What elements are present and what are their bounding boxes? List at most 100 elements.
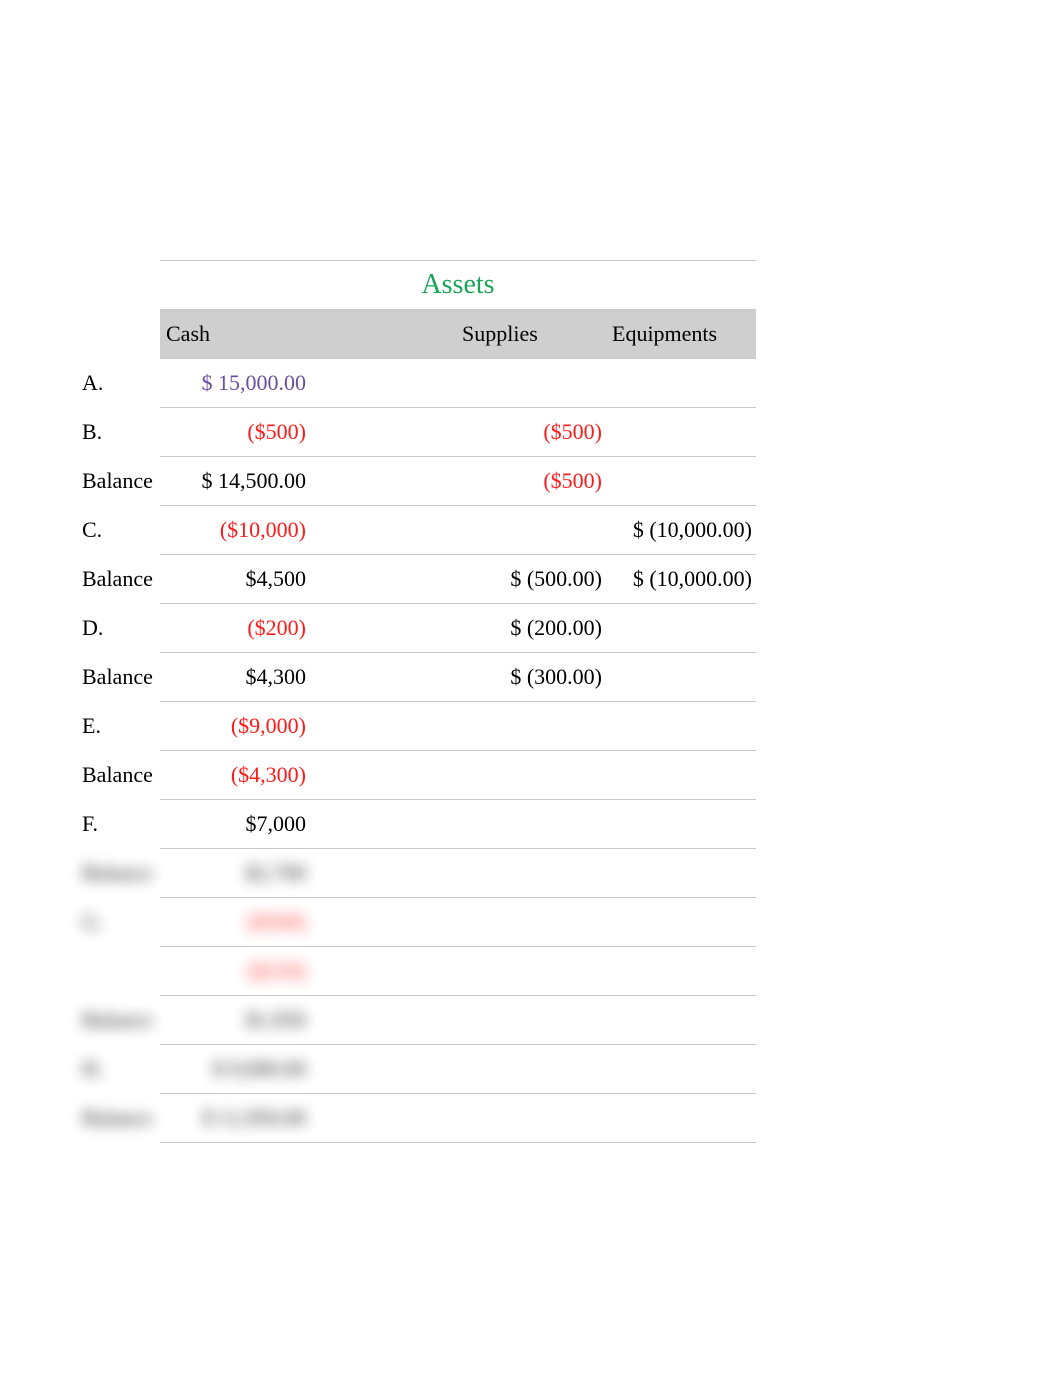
cash-cell: ($4,300) bbox=[160, 751, 310, 800]
supplies-cell: $ (200.00) bbox=[456, 604, 606, 653]
equipments-cell bbox=[606, 751, 756, 800]
cash-cell: $4,500 bbox=[160, 555, 310, 604]
supplies-cell bbox=[456, 359, 606, 408]
row-label: F. bbox=[80, 800, 160, 849]
supplies-cell bbox=[456, 996, 606, 1045]
blank-cell bbox=[80, 261, 160, 310]
gap-cell bbox=[310, 408, 456, 457]
row-label: E. bbox=[80, 702, 160, 751]
cash-cell: $ 9,000.00 bbox=[160, 1045, 310, 1094]
gap-cell bbox=[310, 947, 456, 996]
equipments-cell bbox=[606, 898, 756, 947]
supplies-cell bbox=[456, 800, 606, 849]
gap-cell bbox=[310, 702, 456, 751]
supplies-cell bbox=[456, 1045, 606, 1094]
table-row: Balance($4,300) bbox=[80, 751, 756, 800]
equipments-cell bbox=[606, 457, 756, 506]
equipments-cell bbox=[606, 996, 756, 1045]
table-row: A.$ 15,000.00 bbox=[80, 359, 756, 408]
table-row: E.($9,000) bbox=[80, 702, 756, 751]
table-row: D.($200) $ (200.00) bbox=[80, 604, 756, 653]
worksheet: Assets Cash Supplies Equipments A.$ 15,0… bbox=[80, 260, 756, 1143]
gap-cell bbox=[310, 653, 456, 702]
equipments-cell: $ (10,000.00) bbox=[606, 555, 756, 604]
table-row: G.($500) bbox=[80, 898, 756, 947]
table-row: C.($10,000)$ (10,000.00) bbox=[80, 506, 756, 555]
supplies-cell bbox=[456, 506, 606, 555]
cash-cell: ($500) bbox=[160, 408, 310, 457]
table-row: Balance$ 14,500.00 ($500) bbox=[80, 457, 756, 506]
table-row: H.$ 9,000.00 bbox=[80, 1045, 756, 1094]
table-row: Balance$2,700 bbox=[80, 849, 756, 898]
gap-cell bbox=[310, 604, 456, 653]
row-label: H. bbox=[80, 1045, 160, 1094]
equipments-cell bbox=[606, 653, 756, 702]
table-row: Balance$ 11,950.00 bbox=[80, 1094, 756, 1143]
col-header-supplies: Supplies bbox=[456, 310, 606, 359]
table-row: ($250) bbox=[80, 947, 756, 996]
cash-cell: $ 11,950.00 bbox=[160, 1094, 310, 1143]
supplies-cell: ($500) bbox=[456, 408, 606, 457]
gap-cell bbox=[310, 898, 456, 947]
equipments-cell bbox=[606, 849, 756, 898]
col-header-equipments: Equipments bbox=[606, 310, 756, 359]
supplies-cell: ($500) bbox=[456, 457, 606, 506]
cash-cell: $ 14,500.00 bbox=[160, 457, 310, 506]
row-label: Balance bbox=[80, 751, 160, 800]
gap-cell bbox=[310, 1045, 456, 1094]
gap-cell bbox=[310, 996, 456, 1045]
gap-cell bbox=[310, 506, 456, 555]
equipments-cell bbox=[606, 947, 756, 996]
assets-table: Assets Cash Supplies Equipments A.$ 15,0… bbox=[80, 260, 756, 1143]
row-label: Balance bbox=[80, 457, 160, 506]
row-label: Balance bbox=[80, 555, 160, 604]
row-label: B. bbox=[80, 408, 160, 457]
cash-cell: ($9,000) bbox=[160, 702, 310, 751]
row-label bbox=[80, 947, 160, 996]
equipments-cell bbox=[606, 604, 756, 653]
row-label: Balance bbox=[80, 849, 160, 898]
col-header-cash: Cash bbox=[160, 310, 310, 359]
row-label: Balance bbox=[80, 653, 160, 702]
cash-cell: $1,950 bbox=[160, 996, 310, 1045]
row-label: Balance bbox=[80, 996, 160, 1045]
blank-cell bbox=[80, 310, 160, 359]
gap-cell bbox=[310, 457, 456, 506]
gap-cell bbox=[310, 800, 456, 849]
table-row: F.$7,000 bbox=[80, 800, 756, 849]
equipments-cell bbox=[606, 800, 756, 849]
col-header-gap bbox=[310, 310, 456, 359]
supplies-cell bbox=[456, 947, 606, 996]
supplies-cell: $ (500.00) bbox=[456, 555, 606, 604]
row-label: G. bbox=[80, 898, 160, 947]
supplies-cell: $ (300.00) bbox=[456, 653, 606, 702]
gap-cell bbox=[310, 849, 456, 898]
gap-cell bbox=[310, 751, 456, 800]
cash-cell: $4,300 bbox=[160, 653, 310, 702]
table-row: Balance$4,300 $ (300.00) bbox=[80, 653, 756, 702]
equipments-cell bbox=[606, 359, 756, 408]
row-label: A. bbox=[80, 359, 160, 408]
cash-cell: $2,700 bbox=[160, 849, 310, 898]
cash-cell: ($200) bbox=[160, 604, 310, 653]
gap-cell bbox=[310, 555, 456, 604]
table-row: Balance$4,500 $ (500.00)$ (10,000.00) bbox=[80, 555, 756, 604]
row-label: D. bbox=[80, 604, 160, 653]
equipments-cell bbox=[606, 702, 756, 751]
table-row: B.($500)($500) bbox=[80, 408, 756, 457]
cash-cell: ($10,000) bbox=[160, 506, 310, 555]
equipments-cell bbox=[606, 408, 756, 457]
table-row: Balance$1,950 bbox=[80, 996, 756, 1045]
assets-header: Assets bbox=[160, 261, 756, 310]
supplies-cell bbox=[456, 849, 606, 898]
equipments-cell: $ (10,000.00) bbox=[606, 506, 756, 555]
cash-cell: ($250) bbox=[160, 947, 310, 996]
row-label: Balance bbox=[80, 1094, 160, 1143]
supplies-cell bbox=[456, 1094, 606, 1143]
supplies-cell bbox=[456, 751, 606, 800]
supplies-cell bbox=[456, 898, 606, 947]
gap-cell bbox=[310, 1094, 456, 1143]
cash-cell: ($500) bbox=[160, 898, 310, 947]
equipments-cell bbox=[606, 1094, 756, 1143]
cash-cell: $ 15,000.00 bbox=[160, 359, 310, 408]
